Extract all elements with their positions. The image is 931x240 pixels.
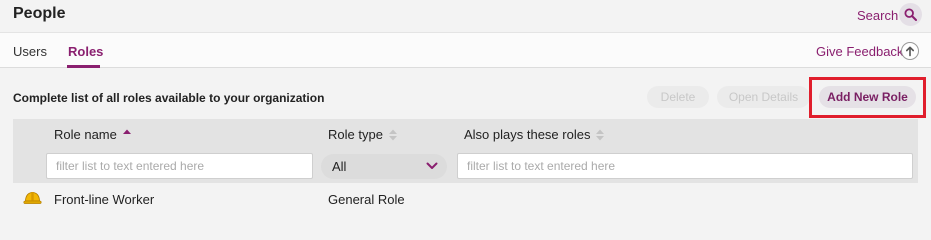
filter-row: All <box>13 149 918 183</box>
column-role-type[interactable]: Role type <box>328 127 398 142</box>
main-content: Complete list of all roles available to … <box>0 68 931 212</box>
add-role-highlight <box>809 77 926 118</box>
sort-icon[interactable] <box>595 128 605 142</box>
search-button[interactable] <box>899 3 922 26</box>
role-name-cell: Front-line Worker <box>54 192 155 207</box>
column-role-name-label: Role name <box>54 127 117 142</box>
tab-bar: Users Roles Give Feedback <box>0 32 931 68</box>
upload-icon[interactable] <box>900 41 920 61</box>
role-type-select[interactable]: All <box>321 154 447 179</box>
role-type-selected-value: All <box>332 159 347 174</box>
search-icon <box>904 8 917 21</box>
table-header: Role name Role type Also plays these rol… <box>13 119 918 149</box>
column-role-name[interactable]: Role name <box>54 127 132 142</box>
role-name-filter-input[interactable] <box>46 153 313 179</box>
also-plays-filter-input[interactable] <box>457 153 913 179</box>
open-details-button[interactable]: Open Details <box>717 86 810 108</box>
tab-roles[interactable]: Roles <box>68 44 103 59</box>
sort-ascending-icon[interactable] <box>122 128 132 142</box>
chevron-down-icon <box>426 162 438 169</box>
page-title: People <box>13 5 66 22</box>
search-link[interactable]: Search <box>857 8 898 23</box>
sort-icon[interactable] <box>388 128 398 142</box>
tab-users[interactable]: Users <box>13 44 47 59</box>
column-also-plays[interactable]: Also plays these roles <box>464 127 605 142</box>
roles-list-description: Complete list of all roles available to … <box>13 91 325 105</box>
table-row[interactable]: Front-line Worker General Role <box>13 185 918 212</box>
role-type-cell: General Role <box>328 192 405 207</box>
column-role-type-label: Role type <box>328 127 383 142</box>
delete-button[interactable]: Delete <box>647 86 709 108</box>
hard-hat-icon <box>23 192 42 204</box>
give-feedback-link[interactable]: Give Feedback <box>816 44 903 59</box>
top-bar: People Search <box>0 0 931 32</box>
column-also-plays-label: Also plays these roles <box>464 127 591 142</box>
